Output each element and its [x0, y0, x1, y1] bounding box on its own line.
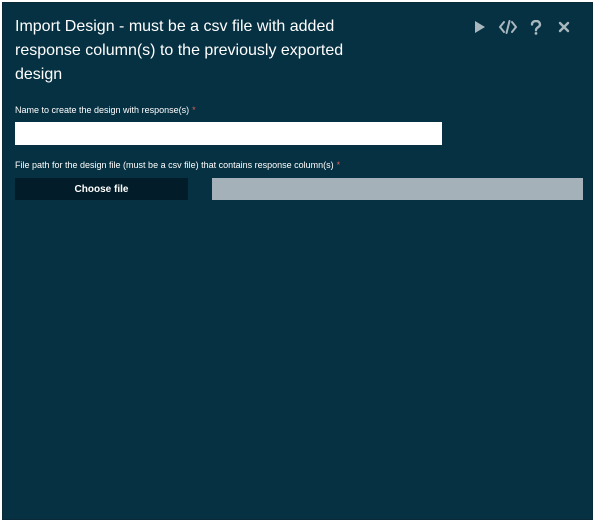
help-icon [530, 19, 542, 35]
file-field-label-text: File path for the design file (must be a… [15, 160, 334, 170]
close-button[interactable] [550, 16, 578, 38]
play-icon [474, 20, 486, 34]
dialog-title: Import Design - must be a csv file with … [15, 18, 344, 83]
code-button[interactable] [494, 16, 522, 38]
help-button[interactable] [522, 16, 550, 38]
required-mark: * [192, 105, 196, 115]
name-field-label: Name to create the design with response(… [15, 105, 196, 115]
name-field-label-text: Name to create the design with response(… [15, 105, 190, 115]
code-icon [499, 20, 517, 34]
design-name-input[interactable] [15, 122, 442, 145]
run-button[interactable] [466, 16, 494, 38]
close-icon [558, 21, 570, 33]
choose-file-button[interactable]: Choose file [15, 178, 188, 200]
required-mark: * [336, 160, 341, 170]
import-design-panel: Import Design - must be a csv file with … [2, 2, 593, 520]
file-path-display [212, 178, 583, 200]
file-field-label: File path for the design file (must be a… [15, 160, 340, 170]
toolbar [466, 16, 578, 38]
